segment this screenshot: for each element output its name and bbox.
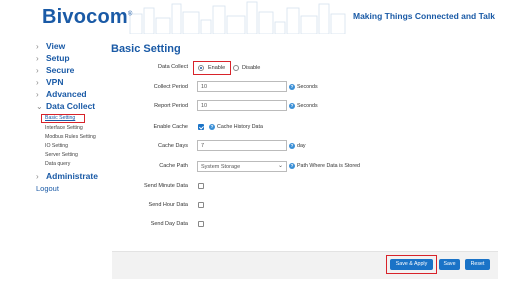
report-period-label: Report Period (154, 103, 188, 109)
sidebar-subitem-modbus-rules-setting[interactable]: Modbus Rules Setting (45, 134, 96, 140)
sidebar-subitem-io-setting[interactable]: IO Setting (45, 143, 68, 149)
help-icon: ? (289, 84, 295, 90)
send-day-checkbox[interactable] (198, 221, 204, 227)
help-icon: ? (289, 163, 295, 169)
chevron-right-icon: › (36, 78, 39, 87)
cache-days-input[interactable]: 7 (197, 140, 287, 151)
sidebar-item-label: Advanced (46, 89, 87, 99)
send-minute-checkbox[interactable] (198, 183, 204, 189)
disable-radio-label: Disable (242, 65, 261, 71)
sidebar-item-label: Setup (46, 53, 70, 63)
sidebar-item-label: VPN (46, 77, 64, 87)
logout-link[interactable]: Logout (36, 184, 59, 193)
enable-radio-label: Enable (208, 65, 226, 71)
chevron-right-icon: › (36, 172, 39, 181)
report-period-unit: Seconds (297, 103, 318, 109)
sidebar-item-vpn[interactable]: › VPN (36, 77, 63, 87)
send-hour-checkbox[interactable] (198, 202, 204, 208)
enable-cache-checkbox[interactable] (198, 124, 204, 130)
sidebar-item-data-collect[interactable]: ⌄ Data Collect (36, 101, 95, 111)
data-collect-label: Data Collect (158, 64, 188, 70)
sidebar-subitem-server-setting[interactable]: Server Setting (45, 152, 78, 158)
city-skyline-decoration (129, 1, 346, 34)
send-minute-label: Send Minute Data (143, 183, 188, 189)
sidebar-item-secure[interactable]: › Secure (36, 65, 74, 75)
sidebar-item-view[interactable]: › View (36, 41, 65, 51)
collect-period-unit: Seconds (297, 84, 318, 90)
sidebar-item-label: Administrate (46, 171, 98, 181)
reset-button[interactable]: Reset (465, 259, 490, 270)
sidebar-item-advanced[interactable]: › Advanced (36, 89, 87, 99)
chevron-right-icon: › (36, 90, 39, 99)
help-icon: ? (289, 103, 295, 109)
cache-path-value: System Storage (201, 164, 241, 170)
help-icon: ? (289, 143, 295, 149)
sidebar-subitem-interface-setting[interactable]: Interface Setting (45, 125, 83, 131)
sidebar-item-label: Data Collect (46, 101, 96, 111)
sidebar-item-label: Secure (46, 65, 75, 75)
cache-days-unit: day (297, 143, 306, 149)
sidebar-item-setup[interactable]: › Setup (36, 53, 70, 63)
chevron-right-icon: › (36, 54, 39, 63)
cache-path-label: Cache Path (159, 163, 188, 169)
collect-period-input[interactable]: 10 (197, 81, 287, 92)
enable-cache-label: Enable Cache (153, 124, 188, 130)
send-hour-label: Send Hour Data (148, 202, 188, 208)
sidebar-subitem-basic-setting[interactable]: Basic Setting (45, 115, 75, 121)
save-button[interactable]: Save (439, 259, 460, 270)
enable-cache-hint: Cache History Data (217, 124, 263, 130)
enable-radio[interactable] (198, 65, 204, 71)
save-apply-button[interactable]: Save & Apply (390, 259, 433, 270)
logo-text: Bivocom (42, 6, 128, 28)
header: Bivocom® Making Things Connected and Tal… (0, 0, 512, 34)
report-period-input[interactable]: 10 (197, 100, 287, 111)
cache-path-select[interactable]: System Storage ⌄ (197, 161, 287, 172)
page-title: Basic Setting (111, 43, 181, 55)
logo: Bivocom® (42, 6, 133, 29)
sidebar-item-label: View (46, 41, 66, 51)
chevron-right-icon: › (36, 66, 39, 75)
chevron-down-icon: ⌄ (277, 163, 283, 169)
sidebar-subitem-data-query[interactable]: Data query (45, 161, 70, 167)
cache-path-hint: Path Where Data is Stored (297, 163, 361, 169)
tagline: Making Things Connected and Talk (353, 11, 495, 21)
disable-radio[interactable] (233, 65, 239, 71)
chevron-right-icon: › (36, 42, 39, 51)
sidebar-item-administrate[interactable]: › Administrate (36, 171, 98, 181)
collect-period-label: Collect Period (153, 84, 188, 90)
cache-days-label: Cache Days (158, 143, 188, 149)
send-day-label: Send Day Data (150, 221, 188, 227)
help-icon: ? (209, 124, 215, 130)
chevron-down-icon: ⌄ (36, 102, 43, 111)
